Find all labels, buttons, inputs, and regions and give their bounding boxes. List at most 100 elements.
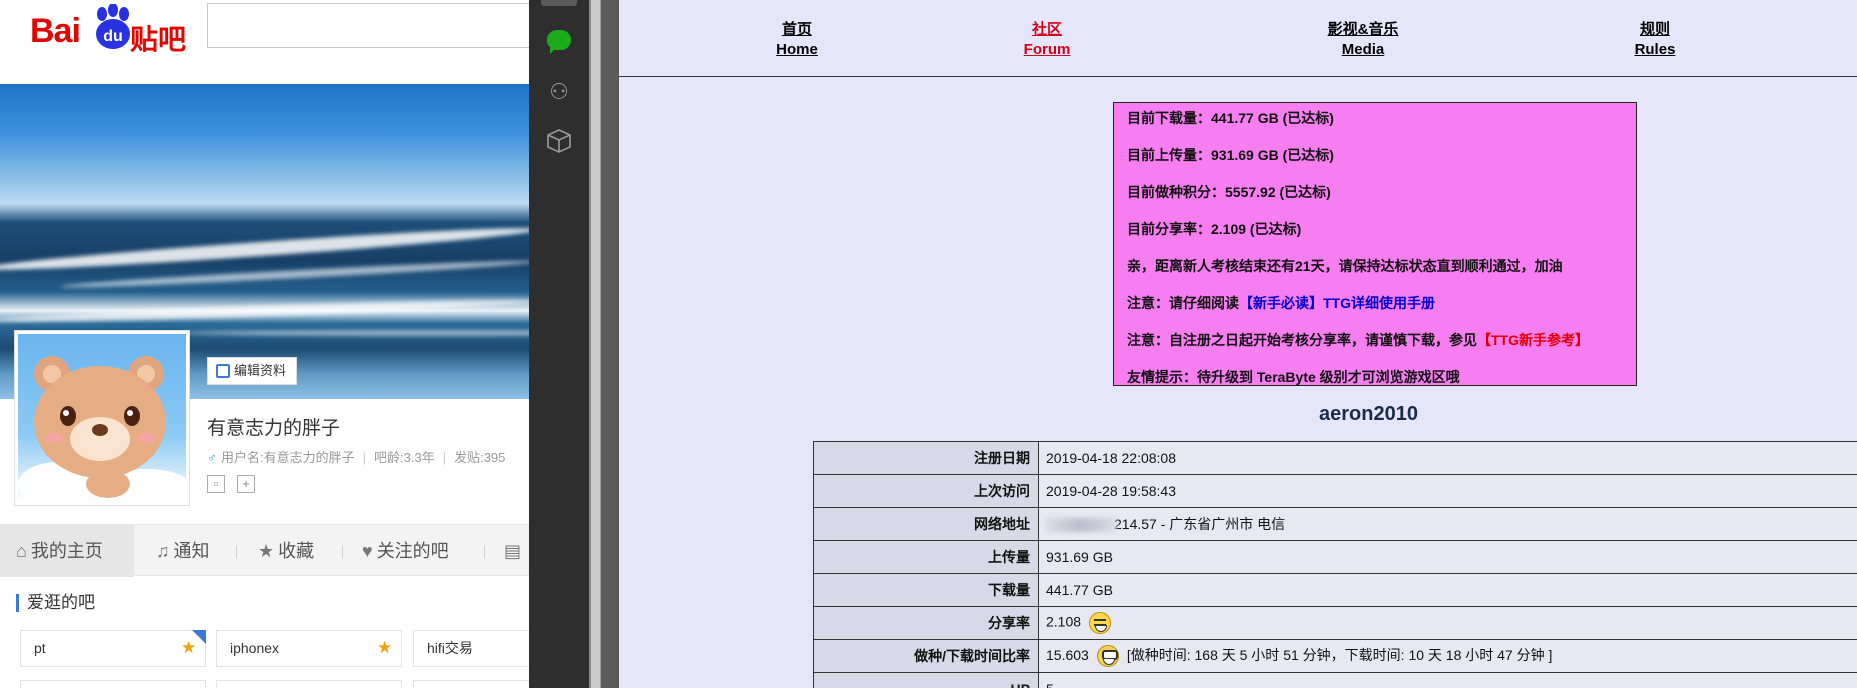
status-newbie-countdown: 亲，距离新人考核结束还有21天，请保持达标状态直到顺利通过，加油: [1127, 258, 1563, 274]
value-register-date: 2019-04-18 22:08:08: [1038, 441, 1857, 475]
nav-media-en: Media: [1341, 41, 1385, 58]
tab-separator: [342, 545, 343, 559]
status-upload: 目前上传量：931.69 GB (已达标): [1127, 147, 1334, 163]
status-tip: 友情提示：待升级到 TeraByte 级别才可浏览游戏区哦: [1127, 369, 1460, 385]
bear-icon: [18, 356, 186, 502]
plus-icon[interactable]: +: [237, 475, 255, 493]
status-ratio: 目前分享率：2.109 (已达标): [1127, 221, 1302, 237]
tieba-tab-bar: ⌂ 我的主页 ♫ 通知 ★ 收藏 ♥ 关注的吧 ▤: [0, 524, 529, 577]
logo-bai-text: Bai: [30, 12, 81, 50]
nav-forum[interactable]: 社区 Forum: [1017, 20, 1077, 60]
baidu-tieba-logo[interactable]: Bai du 贴吧: [30, 4, 190, 56]
profile-username: 用户名:有意志力的胖子: [221, 450, 355, 465]
account-status-box: 目前下载量：441.77 GB (已达标) 目前上传量：931.69 GB (已…: [1113, 102, 1637, 386]
tab-my-home[interactable]: ⌂ 我的主页: [0, 525, 134, 577]
nav-forum-en: Forum: [1023, 41, 1071, 58]
nav-rules-cn: 规则: [1639, 21, 1670, 38]
logo-du-text: du: [103, 28, 123, 45]
tab-followed-bars[interactable]: ♥ 关注的吧: [362, 525, 449, 577]
favorite-bar-item[interactable]: [20, 680, 206, 688]
tieba-header: Bai du 贴吧: [0, 0, 529, 84]
profile-name: 有意志力的胖子: [207, 418, 341, 439]
table-row: 分享率 2.108: [813, 606, 1857, 640]
favorite-bar-name: iphonex: [230, 640, 280, 656]
user-info-table: 注册日期 2019-04-18 22:08:08 上次访问 2019-04-28…: [813, 441, 1857, 688]
grin-smiley-icon: [1089, 612, 1112, 634]
bell-icon: ♫: [156, 541, 170, 561]
box-icon[interactable]: [546, 128, 572, 154]
nav-home[interactable]: 首页 Home: [767, 20, 827, 60]
window-border: [601, 0, 618, 688]
tab-favorites[interactable]: ★ 收藏: [258, 525, 314, 577]
value-downloaded: 441.77 GB: [1038, 573, 1857, 607]
status-seed-points: 目前做种积分：5557.92 (已达标): [1127, 184, 1331, 200]
bear-avatar-image: [18, 334, 186, 502]
paw-icon: du: [96, 4, 130, 49]
chat-icon[interactable]: [547, 30, 571, 54]
notice-text: 注意：请仔细阅读: [1127, 295, 1239, 311]
goggles-smiley-icon: [1096, 645, 1119, 668]
tab-label: 通知: [173, 541, 210, 561]
nav-home-cn: 首页: [781, 21, 812, 38]
tab-label: 我的主页: [30, 541, 103, 561]
tab-separator: [236, 545, 237, 559]
table-row: 注册日期 2019-04-18 22:08:08: [813, 441, 1857, 475]
newbie-reference-link[interactable]: 【TTG新手参考】: [1477, 332, 1589, 348]
tab-label: 收藏: [278, 541, 315, 561]
favorite-bar-item[interactable]: iphonex ★: [216, 630, 402, 667]
favorites-title: 爱逛的吧: [16, 594, 95, 612]
contacts-icon[interactable]: ⚇: [546, 80, 572, 104]
search-input[interactable]: [207, 3, 529, 48]
table-row: 网络地址 214.57 - 广东省广州市 电信: [813, 507, 1857, 541]
nav-rules-en: Rules: [1634, 41, 1676, 58]
favorite-bar-item[interactable]: [413, 680, 529, 688]
star-icon: ★: [258, 541, 275, 561]
avatar[interactable]: [14, 330, 190, 506]
favorite-bar-name: pt: [34, 640, 46, 656]
tab-notifications[interactable]: ♫ 通知: [156, 525, 210, 577]
share-ratio-number: 2.108: [1046, 613, 1082, 630]
value-hp: 5: [1038, 672, 1857, 688]
notice-text: 注意：自注册之日起开始考核分享率，请谨慎下载，参见: [1127, 332, 1477, 348]
tab-more[interactable]: ▤: [504, 525, 525, 577]
status-download: 目前下载量：441.77 GB (已达标): [1127, 110, 1334, 126]
tieba-panel: Bai du 贴吧 编辑资料 有意志力的胖子 ♂ 用户名:有意志力的胖子 | 吧…: [0, 0, 529, 688]
table-row: HP 5: [813, 672, 1857, 688]
nav-forum-cn: 社区: [1031, 21, 1062, 38]
nav-rules[interactable]: 规则 Rules: [1625, 20, 1685, 60]
value-seed-download-time-ratio: 15.603 [做种时间: 168 天 5 小时 51 分钟，下载时间: 10 天…: [1038, 639, 1857, 673]
ip-location: 214.57 - 广东省广州市 电信: [1114, 516, 1286, 532]
favorite-bar-item[interactable]: [216, 680, 402, 688]
newbie-manual-link[interactable]: 【新手必读】TTG详细使用手册: [1239, 295, 1435, 311]
window-handle: [541, 0, 577, 6]
label-seed-download-time-ratio: 做种/下载时间比率: [813, 639, 1039, 673]
window-divider[interactable]: [589, 0, 601, 688]
meta-separator: |: [362, 450, 367, 465]
main-nav: 首页 Home 社区 Forum 影视&音乐 Media 规则 Rules: [619, 0, 1857, 77]
profile-meta: ♂ 用户名:有意志力的胖子 | 吧龄:3.3年 | 发贴:395: [207, 447, 505, 466]
favorite-bar-item[interactable]: hifi交易: [413, 630, 529, 667]
frame-icon[interactable]: ▫: [207, 475, 225, 493]
label-ip-address: 网络地址: [813, 507, 1039, 541]
nav-home-en: Home: [776, 41, 818, 58]
chat-app-sidebar: ⚇: [529, 0, 589, 688]
label-downloaded: 下载量: [813, 573, 1039, 607]
nav-media-cn: 影视&音乐: [1327, 21, 1399, 38]
table-row: 做种/下载时间比率 15.603 [做种时间: 168 天 5 小时 51 分钟，…: [813, 639, 1857, 673]
table-row: 下载量 441.77 GB: [813, 573, 1857, 607]
nav-media[interactable]: 影视&音乐 Media: [1303, 20, 1423, 60]
label-uploaded: 上传量: [813, 540, 1039, 574]
profile-posts: 发贴:395: [454, 450, 506, 465]
value-last-visit: 2019-04-28 19:58:43: [1038, 474, 1857, 508]
edit-profile-label: 编辑资料: [234, 363, 287, 378]
logo-tieba-text: 贴吧: [130, 23, 187, 56]
home-icon: ⌂: [16, 541, 27, 561]
meta-separator: |: [442, 450, 447, 465]
favorite-bar-item[interactable]: pt ★: [20, 630, 206, 667]
banner-wave: [0, 296, 529, 326]
star-icon: ★: [377, 638, 393, 657]
edit-profile-button[interactable]: 编辑资料: [207, 357, 297, 385]
heart-icon: ♥: [362, 541, 373, 561]
label-register-date: 注册日期: [813, 441, 1039, 475]
value-share-ratio: 2.108: [1038, 606, 1857, 640]
